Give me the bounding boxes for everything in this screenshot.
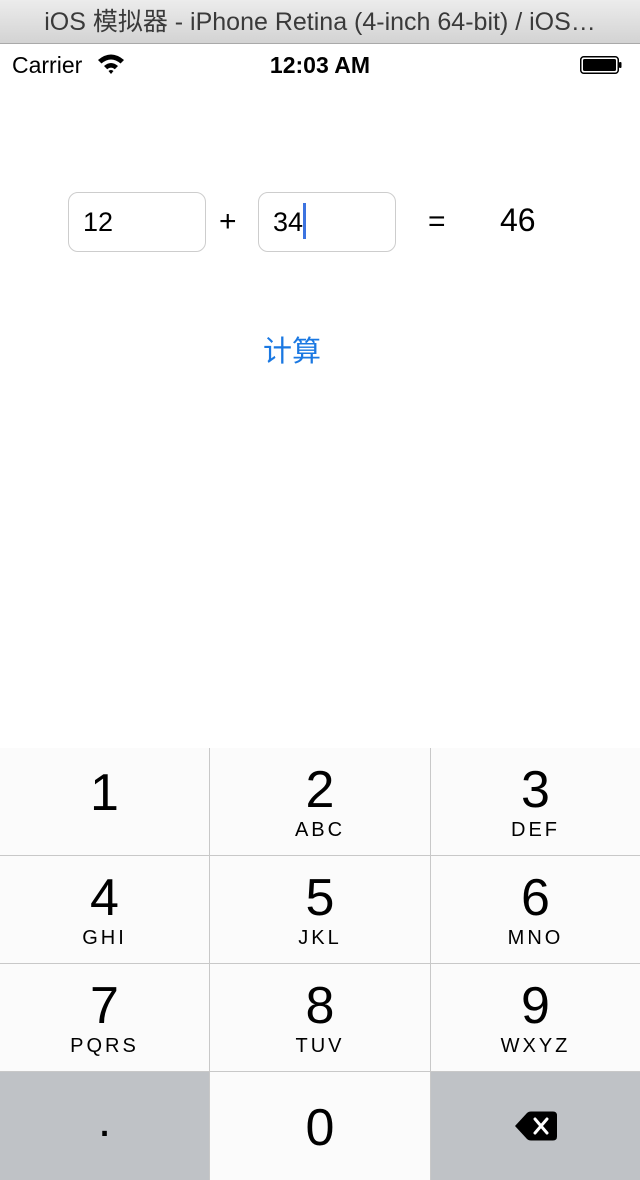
- key-letters: GHI: [82, 926, 127, 949]
- key-4[interactable]: 4 GHI: [0, 856, 210, 964]
- battery-icon: [580, 56, 622, 74]
- operand-a-field[interactable]: 12: [68, 192, 206, 252]
- key-decimal-point[interactable]: .: [0, 1072, 210, 1180]
- key-digit: .: [97, 1094, 112, 1147]
- key-letters: PQRS: [70, 1034, 139, 1057]
- key-1[interactable]: 1: [0, 748, 210, 856]
- key-letters: TUV: [295, 1034, 345, 1057]
- operand-b-value: 34: [273, 207, 304, 237]
- number-keypad: 1 2 ABC 3 DEF 4 GHI 5 JKL 6 MNO 7 PQRS 8…: [0, 748, 640, 1180]
- key-6[interactable]: 6 MNO: [431, 856, 640, 964]
- key-backspace[interactable]: [431, 1072, 640, 1180]
- backspace-icon: [514, 1111, 557, 1141]
- key-digit: 3: [521, 760, 550, 819]
- key-digit: 2: [305, 760, 335, 819]
- equals-sign: =: [428, 205, 446, 238]
- window-title-bar: iOS 模拟器 - iPhone Retina (4-inch 64-bit) …: [0, 0, 640, 44]
- key-3[interactable]: 3 DEF: [431, 748, 640, 856]
- key-7[interactable]: 7 PQRS: [0, 964, 210, 1072]
- key-0[interactable]: 0: [210, 1072, 431, 1180]
- plus-sign: +: [219, 205, 237, 238]
- key-digit: 8: [305, 976, 335, 1035]
- key-letters: DEF: [511, 818, 560, 841]
- result-label: 46: [500, 202, 536, 238]
- key-5[interactable]: 5 JKL: [210, 856, 431, 964]
- compute-button[interactable]: 计算: [263, 330, 321, 372]
- key-digit: 0: [305, 1099, 335, 1157]
- key-digit: 1: [90, 763, 119, 822]
- operand-a-value: 12: [83, 207, 114, 237]
- operand-b-field[interactable]: 34: [258, 192, 396, 252]
- key-digit: 5: [305, 868, 335, 927]
- key-letters: WXYZ: [500, 1034, 571, 1057]
- key-digit: 9: [521, 976, 550, 1035]
- key-9[interactable]: 9 WXYZ: [431, 964, 640, 1072]
- key-digit: 4: [90, 868, 119, 927]
- status-time: 12:03 AM: [269, 52, 371, 78]
- key-letters: JKL: [298, 926, 342, 949]
- text-caret: [303, 202, 307, 239]
- key-2[interactable]: 2 ABC: [210, 748, 431, 856]
- key-digit: 7: [90, 976, 119, 1035]
- key-letters: ABC: [294, 818, 346, 841]
- key-digit: 6: [521, 868, 550, 927]
- key-8[interactable]: 8 TUV: [210, 964, 431, 1072]
- window-title: iOS 模拟器 - iPhone Retina (4-inch 64-bit) …: [44, 8, 596, 36]
- status-bar: Carrier 12:03 AM: [0, 44, 640, 86]
- key-letters: MNO: [507, 926, 564, 949]
